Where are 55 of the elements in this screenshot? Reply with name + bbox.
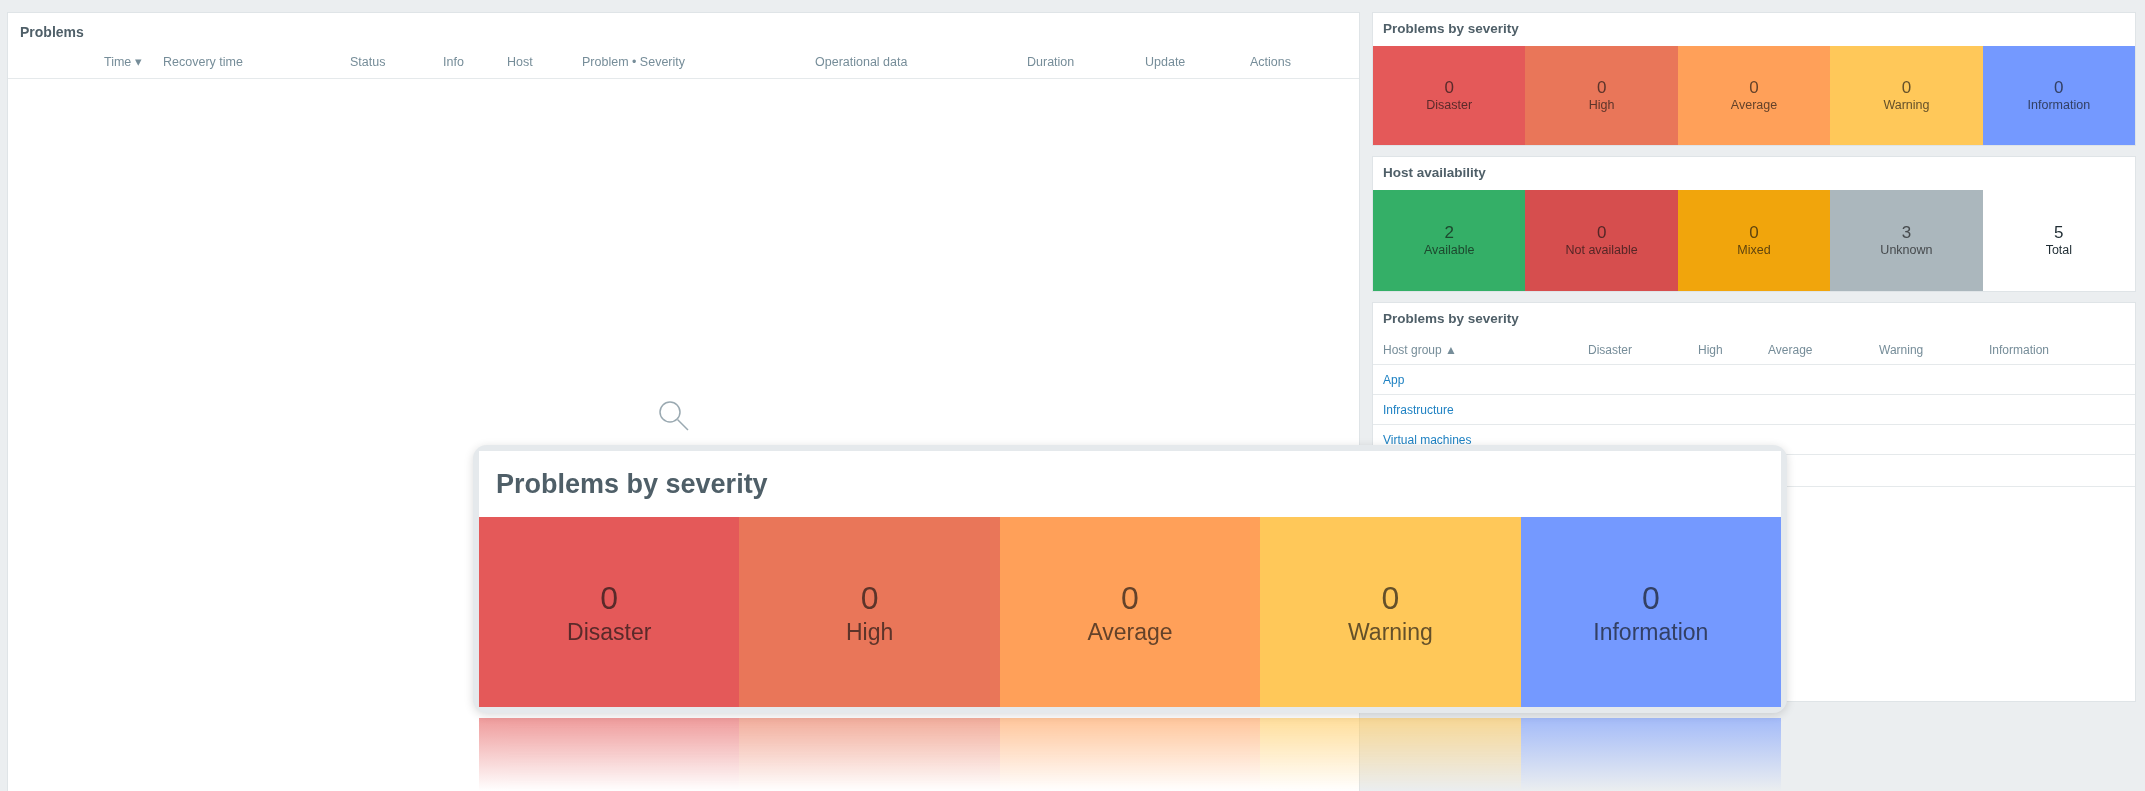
count: 0 [1596, 77, 1607, 99]
column-header[interactable]: Time ▾ [104, 53, 163, 72]
cell-label: High [845, 617, 894, 647]
count: 3 [1901, 222, 1912, 244]
cell-label: Disaster [1426, 98, 1473, 114]
widget-title: Host availability [1382, 164, 1487, 183]
count: 0 [2054, 77, 2064, 99]
count: 0 [1641, 578, 1660, 618]
cell-label: High [1588, 98, 1615, 114]
column-header[interactable]: Update [1145, 53, 1250, 72]
cell-label: Available [1423, 243, 1475, 259]
count: 2 [1444, 222, 1454, 244]
count: 0 [1749, 77, 1759, 99]
cell-label: Mixed [1737, 243, 1771, 259]
host-group-link[interactable]: Infrastructure [1383, 400, 1454, 419]
column-header[interactable]: Info [443, 53, 507, 72]
column-header[interactable]: High [1698, 341, 1768, 359]
cell-label: Average [1730, 98, 1778, 114]
column-header[interactable]: Information [1989, 341, 2135, 359]
search-icon [656, 398, 691, 433]
cell-label: Average [1087, 617, 1173, 647]
cell-label: Warning [1348, 617, 1433, 647]
count: 5 [2054, 222, 2064, 244]
column-header[interactable]: Host [507, 53, 582, 72]
count: 0 [600, 578, 619, 618]
column-header[interactable]: Actions [1250, 53, 1359, 72]
count: 0 [1596, 222, 1607, 244]
column-header[interactable]: Operational data [815, 53, 1027, 72]
count: 0 [1749, 222, 1759, 244]
widget-title: Problems by severity [1382, 310, 1520, 329]
column-header[interactable]: Problem • Severity [582, 53, 815, 72]
callout-title: Problems by severity [479, 451, 1781, 517]
column-header[interactable]: Warning [1879, 341, 1989, 359]
cell-label: Information [1593, 617, 1709, 647]
count: 0 [860, 578, 879, 618]
cell-label: Warning [1883, 98, 1930, 114]
column-header[interactable]: Host group ▲ [1383, 341, 1588, 359]
column-header[interactable]: Average [1768, 341, 1879, 359]
column-header[interactable]: Recovery time [163, 53, 350, 72]
column-header[interactable]: Duration [1027, 53, 1145, 72]
column-header[interactable]: Disaster [1588, 341, 1698, 359]
cell-label: Total [2045, 243, 2073, 259]
cell-label: Unknown [1880, 243, 1933, 259]
cell-label: Not available [1565, 243, 1638, 259]
cell-label: Disaster [567, 617, 652, 647]
column-header[interactable]: Status [350, 53, 443, 72]
count: 0 [1121, 578, 1139, 618]
count: 0 [1381, 578, 1400, 618]
host-group-link[interactable]: App [1383, 370, 1405, 389]
host-group-link[interactable]: Virtual machines [1383, 430, 1472, 449]
widget-title: Problems by severity [1382, 20, 1520, 39]
count: 0 [1444, 77, 1454, 99]
panel-title: Problems [19, 23, 85, 42]
count: 0 [1901, 77, 1912, 99]
cell-label: Information [2027, 98, 2091, 114]
